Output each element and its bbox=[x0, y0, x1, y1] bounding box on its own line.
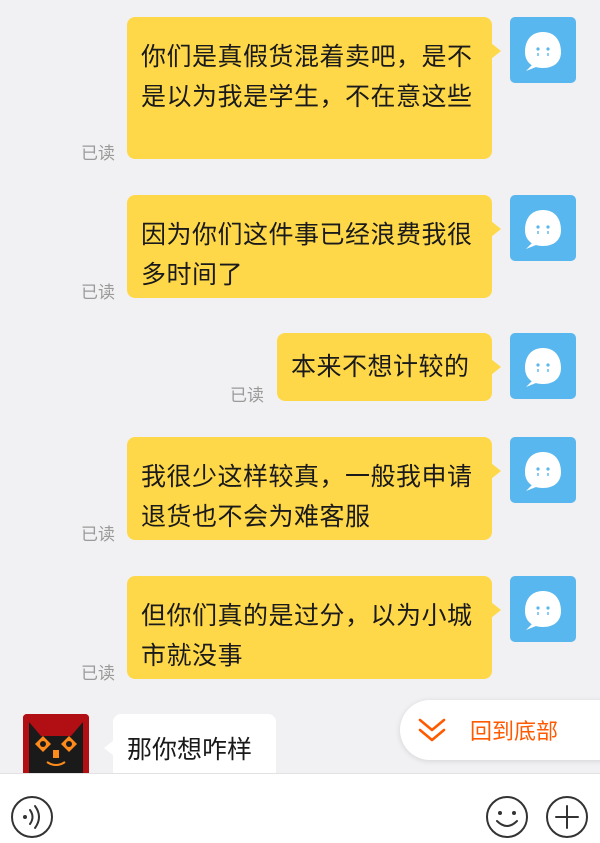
voice-button[interactable] bbox=[10, 795, 54, 843]
incoming-message[interactable]: 那你想咋样 bbox=[104, 714, 276, 773]
penguin-icon bbox=[525, 452, 561, 491]
back-to-bottom-label: 回到底部 bbox=[470, 720, 559, 745]
read-receipt: 已读 bbox=[81, 664, 115, 684]
cat-mascot-icon bbox=[23, 714, 89, 773]
self-avatar[interactable] bbox=[510, 576, 576, 642]
voice-icon bbox=[11, 796, 53, 838]
penguin-icon bbox=[525, 348, 561, 387]
emoji-button[interactable] bbox=[485, 795, 529, 843]
double-chevron-down-icon bbox=[418, 718, 446, 742]
outgoing-message[interactable]: 本来不想计较的 bbox=[277, 333, 501, 401]
penguin-icon bbox=[525, 591, 561, 630]
outgoing-message[interactable]: 因为你们这件事已经浪费我很多时间了 bbox=[127, 195, 501, 298]
self-avatar[interactable] bbox=[510, 17, 576, 83]
penguin-icon bbox=[525, 32, 561, 71]
chat-area[interactable]: 已读 你们是真假货混着卖吧，是不是以为我是学生，不在意这些 已读 因为你们这件事… bbox=[0, 0, 600, 773]
self-avatar[interactable] bbox=[510, 437, 576, 503]
self-avatar[interactable] bbox=[510, 333, 576, 399]
read-receipt: 已读 bbox=[81, 283, 115, 303]
read-receipt: 已读 bbox=[230, 386, 264, 406]
add-button[interactable] bbox=[545, 795, 589, 843]
outgoing-message[interactable]: 你们是真假货混着卖吧，是不是以为我是学生，不在意这些 bbox=[127, 17, 501, 159]
back-to-bottom-button[interactable]: 回到底部 bbox=[400, 700, 600, 760]
input-bar bbox=[0, 773, 600, 843]
read-receipt: 已读 bbox=[81, 525, 115, 545]
shop-avatar[interactable] bbox=[23, 714, 89, 773]
penguin-icon bbox=[525, 210, 561, 249]
plus-icon bbox=[546, 796, 588, 838]
self-avatar[interactable] bbox=[510, 195, 576, 261]
emoji-icon bbox=[486, 796, 528, 838]
outgoing-message[interactable]: 但你们真的是过分，以为小城市就没事 bbox=[127, 576, 501, 679]
outgoing-message[interactable]: 我很少这样较真，一般我申请退货也不会为难客服 bbox=[127, 437, 501, 540]
read-receipt: 已读 bbox=[81, 144, 115, 164]
